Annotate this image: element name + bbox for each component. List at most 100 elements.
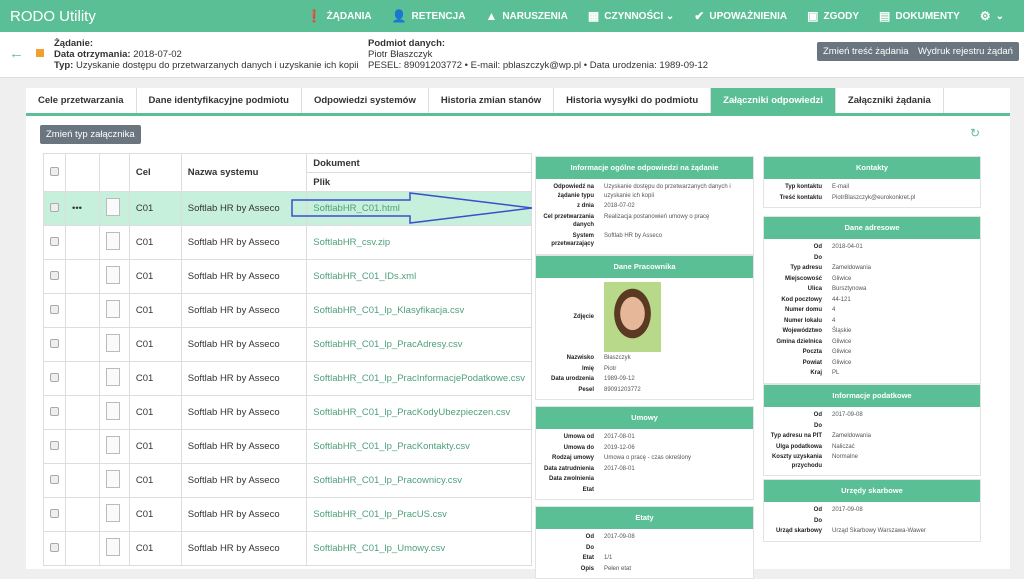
field-value: Gliwice xyxy=(832,338,852,345)
field-label: Do xyxy=(814,517,822,524)
table-row[interactable]: C01 Softlab HR by Asseco SoftlabHR_C01_IDs… xyxy=(43,259,532,294)
field-value: Uzyskanie dostępu do przetwarzanych dany… xyxy=(604,184,731,199)
calendar-icon: ▦ xyxy=(587,9,600,23)
tab-0[interactable]: Cele przetwarzania xyxy=(26,88,137,113)
field-value: Gliwice xyxy=(832,349,852,355)
row-checkbox[interactable] xyxy=(50,372,59,382)
tab-5[interactable]: Załączniki odpowiedzi xyxy=(711,88,836,113)
field-label: Data zwolnienia xyxy=(548,476,594,482)
file-link[interactable]: SoftlabHR_C01_lp_Umowy.csv xyxy=(306,531,532,566)
col-file[interactable]: Plik xyxy=(306,172,532,192)
nav-label: NARUSZENIA xyxy=(502,10,568,22)
file-icon xyxy=(105,538,120,556)
row-checkbox[interactable] xyxy=(50,270,59,280)
card-title: Kontakty xyxy=(764,157,980,179)
subject-details: PESEL: 89091203772 • E-mail: pblaszczyk@… xyxy=(368,60,709,71)
info-card: Urzędy skarbowe Od 2017-09-08 Do Urząd skarb… xyxy=(763,479,981,542)
exclamation-icon: ❗ xyxy=(306,9,322,23)
row-checkbox[interactable] xyxy=(50,338,59,348)
select-all-checkbox[interactable] xyxy=(50,166,59,176)
cell-cel: C01 xyxy=(128,361,182,396)
nav-item-6[interactable]: ▤ DOKUMENTY xyxy=(879,9,960,23)
tab-1[interactable]: Dane identyfikacyjne podmiotu xyxy=(137,88,302,113)
row-checkbox[interactable] xyxy=(50,440,59,450)
row-checkbox[interactable] xyxy=(50,406,59,416)
col-system[interactable]: Nazwa systemu xyxy=(180,153,308,192)
cell-system: Softlab HR by Asseco xyxy=(180,463,308,498)
table-row[interactable]: C01 Softlab HR by Asseco SoftlabHR_C01_lp_… xyxy=(43,497,532,532)
row-checkbox[interactable] xyxy=(50,236,59,246)
nav-item-5[interactable]: ▣ ZGODY xyxy=(807,9,859,23)
nav-item-4[interactable]: ✔ UPOWAŻNIENIA xyxy=(694,9,787,23)
field-label: Kod pocztowy xyxy=(781,296,822,303)
field-label: Gmina dzielnica xyxy=(776,338,822,345)
row-checkbox[interactable] xyxy=(50,474,59,484)
request-type: Uzyskanie dostępu do przetwarzanych dany… xyxy=(76,60,359,71)
table-row[interactable]: C01 Softlab HR by Asseco SoftlabHR_C01_lp_… xyxy=(43,429,532,464)
tab-2[interactable]: Odpowiedzi systemów xyxy=(302,88,429,113)
file-link[interactable]: SoftlabHR_C01_lp_PracInformacjePodatkowe… xyxy=(306,361,532,396)
date-label: Data otrzymania: xyxy=(54,49,131,60)
cell-system: Softlab HR by Asseco xyxy=(180,395,308,430)
field-label: Miejscowość xyxy=(784,275,822,282)
nav-item-2[interactable]: ▲ NARUSZENIA xyxy=(485,9,567,23)
field-label: Etat xyxy=(582,555,594,561)
tab-4[interactable]: Historia wysyłki do podmiotu xyxy=(554,88,712,113)
table-row[interactable]: C01 Softlab HR by Asseco SoftlabHR_C01_lp_… xyxy=(43,293,532,328)
row-checkbox[interactable] xyxy=(50,202,59,212)
nav-item-0[interactable]: ❗ ŻĄDANIA xyxy=(307,9,372,23)
file-link[interactable]: SoftlabHR_C01_lp_Pracownicy.csv xyxy=(306,463,532,498)
table-row[interactable]: C01 Softlab HR by Asseco SoftlabHR_C01_lp_… xyxy=(43,395,532,430)
field-value: 2017-09-08 xyxy=(604,534,635,540)
file-icon xyxy=(105,300,120,318)
file-link[interactable]: SoftlabHR_csv.zip xyxy=(306,225,532,260)
app-title[interactable]: RODO Utility xyxy=(10,8,307,25)
field-label: Zdjęcie xyxy=(573,313,594,320)
tab-6[interactable]: Załączniki żądania xyxy=(836,88,944,113)
field-label: Kraj xyxy=(810,370,822,376)
edit-request-button[interactable]: Zmień treść żądania xyxy=(817,42,915,61)
field-label: Do xyxy=(814,254,822,261)
print-register-button[interactable]: Wydruk rejestru żądań xyxy=(912,42,1019,61)
nav-item-3[interactable]: ▦ CZYNNOŚCI ⌄ xyxy=(588,9,674,23)
info-card: Etaty Od 2017-09-08 Do Etat 1/1 Opis Pełen etat xyxy=(535,506,754,579)
table-row[interactable]: C01 Softlab HR by Asseco SoftlabHR_C01_lp_… xyxy=(43,361,532,396)
table-row[interactable]: C01 Softlab HR by Asseco SoftlabHR_C01_lp_… xyxy=(43,327,532,362)
file-link[interactable]: SoftlabHR_C01_lp_PracKodyUbezpieczen.csv xyxy=(306,395,532,430)
table-row[interactable]: C01 Softlab HR by Asseco SoftlabHR_C01_lp_… xyxy=(43,531,532,566)
back-arrow-icon[interactable]: ← xyxy=(9,45,24,62)
file-link[interactable]: SoftlabHR_C01_lp_PracKontakty.csv xyxy=(306,429,532,464)
file-link[interactable]: SoftlabHR_C01_lp_PracUS.csv xyxy=(306,497,532,532)
field-label: Odpowiedź na żądanie typu xyxy=(553,184,594,199)
file-link[interactable]: SoftlabHR_C01_IDs.xml xyxy=(306,259,532,294)
field-label: Umowa do xyxy=(563,444,594,451)
info-card: Informacje podatkowe Od 2017-09-08 Do Typ ad… xyxy=(763,384,981,476)
field-value xyxy=(604,486,753,495)
field-value: Piotr xyxy=(604,365,617,372)
row-checkbox[interactable] xyxy=(50,304,59,314)
refresh-icon[interactable]: ↻ xyxy=(970,126,980,140)
row-checkbox[interactable] xyxy=(50,542,59,552)
cell-system: Softlab HR by Asseco xyxy=(180,225,308,260)
nav-label: ⌄ xyxy=(995,10,1004,22)
file-link[interactable]: SoftlabHR_C01_lp_Klasyfikacja.csv xyxy=(306,293,532,328)
cell-cel: C01 xyxy=(128,531,182,566)
field-label: Nazwisko xyxy=(566,355,594,361)
field-label: Od xyxy=(813,507,822,513)
file-link[interactable]: SoftlabHR_C01_lp_PracAdresy.csv xyxy=(306,327,532,362)
nav-item-7[interactable]: ⚙ ⌄ xyxy=(980,9,1004,23)
change-attachment-type-button[interactable]: Zmień typ załącznika xyxy=(40,125,141,144)
table-row[interactable]: C01 Softlab HR by Asseco SoftlabHR_C01_lp_… xyxy=(43,463,532,498)
field-value: 2017-08-01 xyxy=(604,434,635,440)
table-row[interactable]: C01 Softlab HR by Asseco SoftlabHR_csv.zip xyxy=(43,225,532,260)
field-value: Gliwice xyxy=(832,275,852,282)
col-cel[interactable]: Cel xyxy=(128,153,182,192)
field-value: Realizacja postanowień umowy o pracę xyxy=(604,213,710,220)
more-icon[interactable]: ••• xyxy=(72,203,82,214)
nav-item-1[interactable]: 👤 RETENCJA xyxy=(392,9,466,23)
field-value: 2018-04-01 xyxy=(832,244,863,250)
nav-label: DOKUMENTY xyxy=(895,10,960,22)
tab-3[interactable]: Historia zmian stanów xyxy=(429,88,555,113)
field-value: Bursztynowa xyxy=(832,286,867,292)
row-checkbox[interactable] xyxy=(50,508,59,518)
